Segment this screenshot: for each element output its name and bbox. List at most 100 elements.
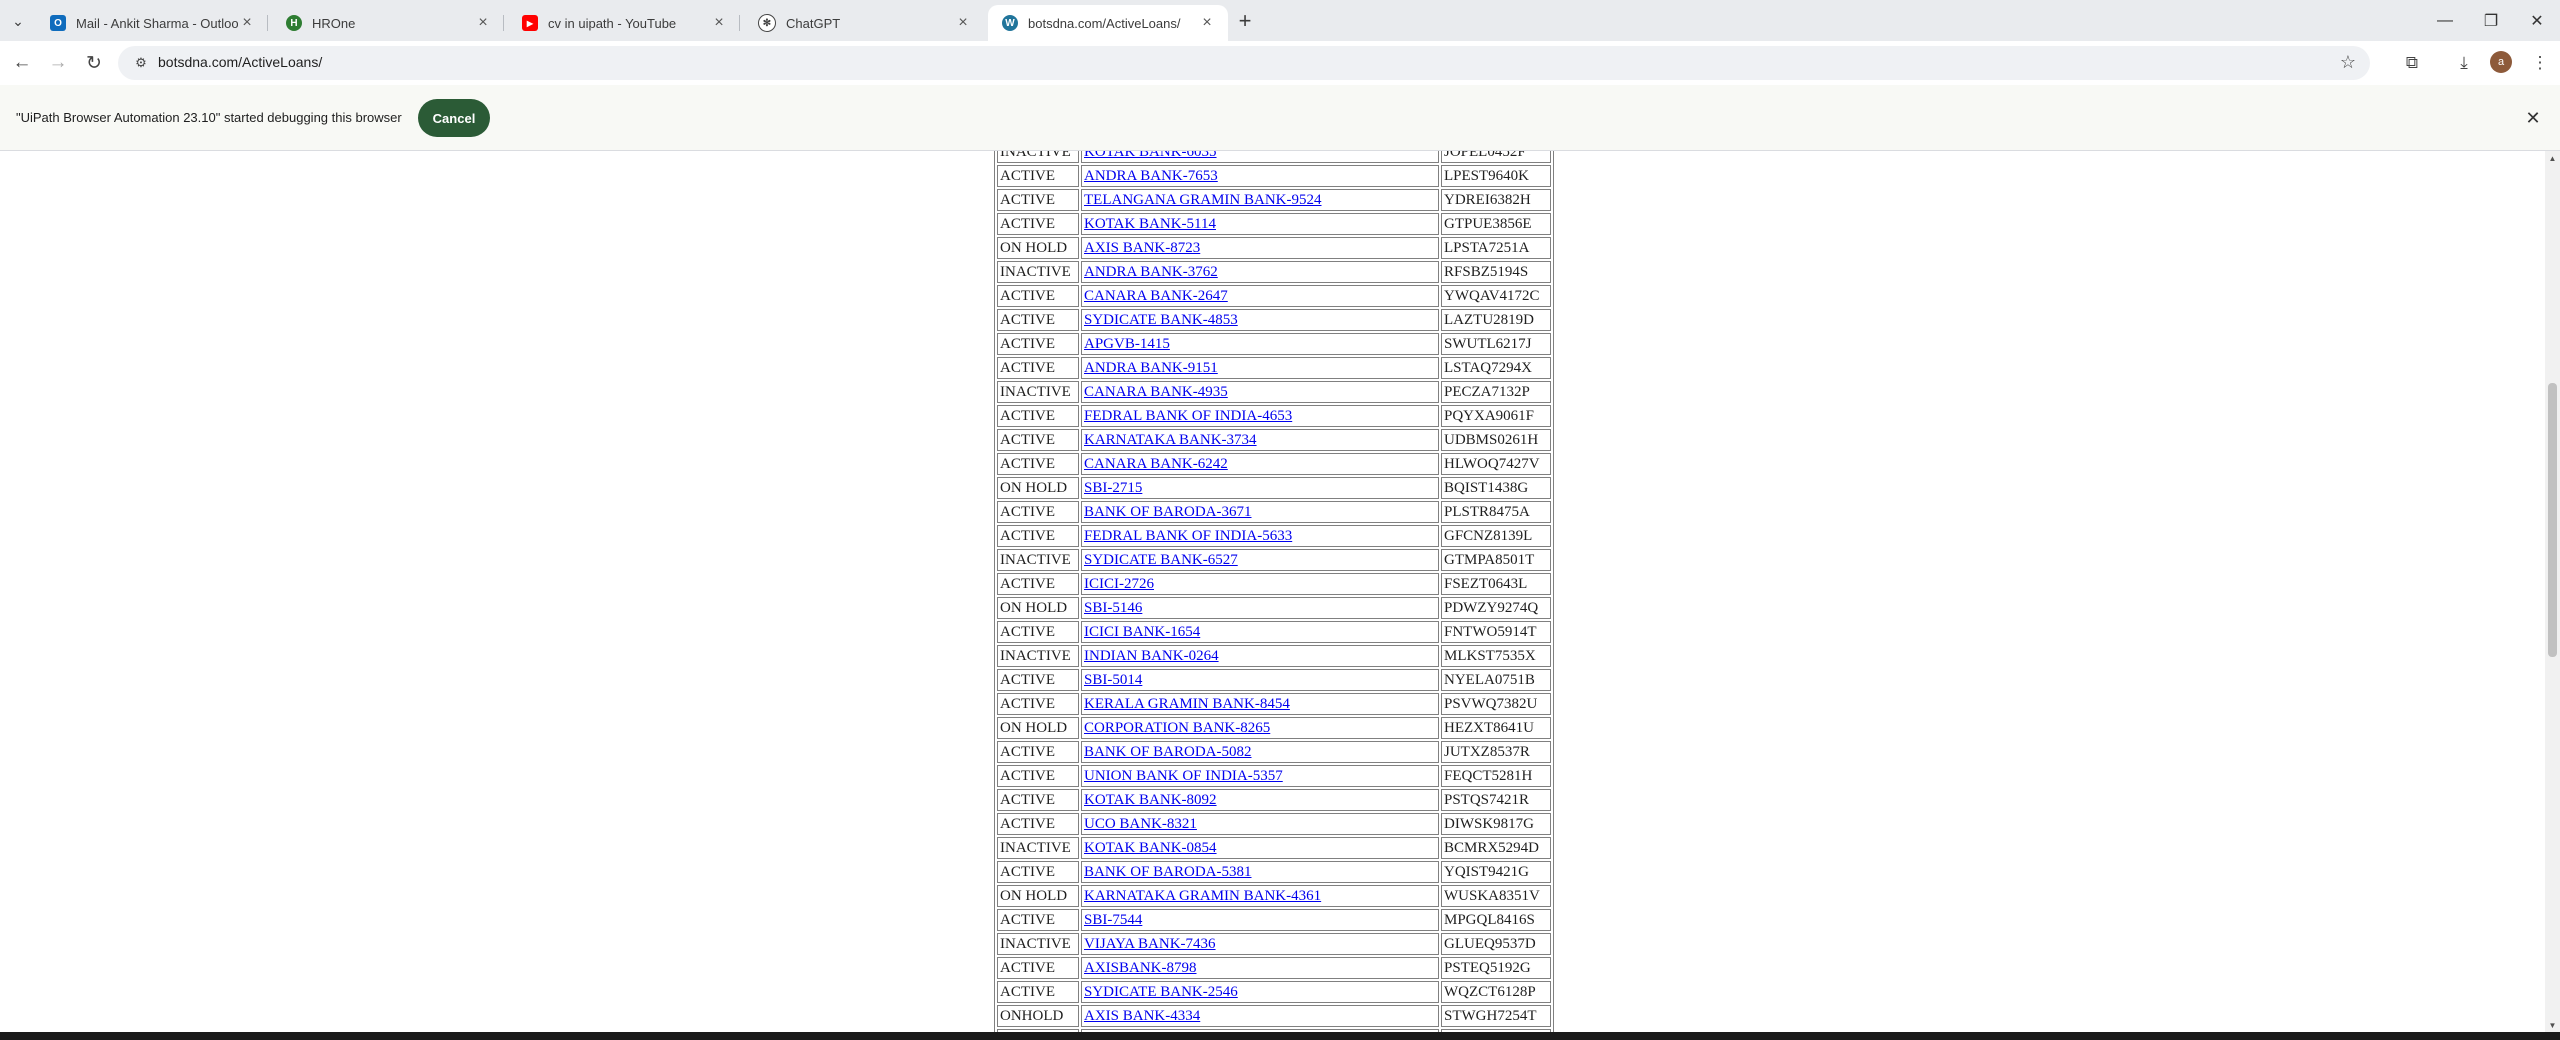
loan-bank-link[interactable]: FEDRAL BANK OF INDIA-4653 (1084, 408, 1292, 424)
loan-bank-link[interactable]: SYDICATE BANK-4853 (1084, 312, 1238, 328)
loan-bank-link[interactable]: INDIAN BANK-0264 (1084, 648, 1219, 664)
loan-bank-link[interactable]: CANARA BANK-6242 (1084, 456, 1228, 472)
loan-bank-link[interactable]: KERALA GRAMIN BANK-8454 (1084, 696, 1290, 712)
loan-pan-cell: YQIST9421G (1441, 861, 1551, 883)
loan-status-cell: ONHOLD (997, 1005, 1079, 1027)
loan-bank-link[interactable]: AXIS BANK-4334 (1084, 1008, 1200, 1024)
loan-bank-link[interactable]: UCO BANK-8321 (1084, 816, 1197, 832)
loan-bank-link[interactable]: CANARA BANK-4935 (1084, 384, 1228, 400)
new-tab-plus-icon[interactable]: + (1232, 8, 1258, 34)
chatgpt-icon: ✻ (758, 14, 776, 32)
forward-arrow-icon[interactable]: → (44, 49, 72, 77)
close-tab-icon[interactable]: × (1198, 14, 1216, 32)
loan-bank-link[interactable]: KARNATAKA GRAMIN BANK-4361 (1084, 888, 1321, 904)
loan-bank-link[interactable]: APGVB-1415 (1084, 336, 1170, 352)
loan-bank-link[interactable]: ANDRA BANK-3762 (1084, 264, 1218, 280)
loan-bank-link[interactable]: VIJAYA BANK-7436 (1084, 936, 1216, 952)
table-row: INACTIVE KOTAK BANK-0854 BCMRX5294D (997, 837, 1551, 859)
table-row: ACTIVE ICICI-2726 FSEZT0643L (997, 573, 1551, 595)
loan-bank-link[interactable]: UNION BANK OF INDIA-5357 (1084, 768, 1283, 784)
loan-bank-link[interactable]: TELANGANA GRAMIN BANK-9524 (1084, 192, 1322, 208)
page-viewport: INACTIVE KOTAK BANK-6035 JOPEL0452F ACTIVE A… (0, 151, 2545, 1032)
window-close-icon[interactable]: ✕ (2514, 0, 2560, 41)
minimize-icon[interactable]: — (2422, 0, 2468, 41)
loan-pan-cell: SWUTL6217J (1441, 333, 1551, 355)
tab-active-loans[interactable]: W botsdna.com/ActiveLoans/ × (988, 5, 1228, 41)
url-text[interactable]: botsdna.com/ActiveLoans/ (158, 54, 322, 70)
loan-bank-link[interactable]: KOTAK BANK-8092 (1084, 792, 1217, 808)
loan-bank-link[interactable]: ICICI-2726 (1084, 576, 1154, 592)
loan-pan-cell: STWGH7254T (1441, 1005, 1551, 1027)
loan-bank-link[interactable]: CANARA BANK-2647 (1084, 288, 1228, 304)
back-arrow-icon[interactable]: ← (8, 49, 36, 77)
loan-bank-link[interactable]: SBI-5014 (1084, 672, 1142, 688)
bookmark-star-icon[interactable]: ☆ (2340, 52, 2356, 73)
loan-bank-link[interactable]: KARNATAKA BANK-3734 (1084, 432, 1257, 448)
scroll-up-arrow-icon[interactable]: ▲ (2545, 151, 2560, 165)
loan-bank-link[interactable]: SBI-7544 (1084, 912, 1142, 928)
loan-status-cell: ACTIVE (997, 789, 1079, 811)
tab-youtube[interactable]: ▶ cv in uipath - YouTube × (508, 5, 740, 41)
loan-bank-link[interactable]: BANK OF BARODA-5082 (1084, 744, 1252, 760)
loan-status-cell: ACTIVE (997, 621, 1079, 643)
loan-pan-cell: PECZA7132P (1441, 381, 1551, 403)
loan-pan-cell: PLSTR8475A (1441, 501, 1551, 523)
loan-bank-link[interactable]: CORPORATION BANK-8265 (1084, 720, 1270, 736)
close-tab-icon[interactable]: × (238, 14, 256, 32)
loan-bank-cell: AXIS BANK-8723 (1081, 237, 1439, 259)
close-tab-icon[interactable]: × (954, 14, 972, 32)
loan-status-cell: ACTIVE (997, 429, 1079, 451)
loan-bank-link[interactable]: BANK OF BARODA-3671 (1084, 504, 1252, 520)
loan-bank-link[interactable]: SYDICATE BANK-2546 (1084, 984, 1238, 1000)
loan-bank-link[interactable]: SBI-5146 (1084, 600, 1142, 616)
loan-bank-link[interactable]: ANDRA BANK-7653 (1084, 168, 1218, 184)
table-row: INACTIVE INDIAN BANK-0264 MLKST7535X (997, 645, 1551, 667)
table-row: ACTIVE BANK OF BARODA-5082 JUTXZ8537R (997, 741, 1551, 763)
loan-pan-cell: BQIST1438G (1441, 477, 1551, 499)
loan-pan-cell: MPGQL8416S (1441, 909, 1551, 931)
profile-avatar[interactable]: a (2490, 51, 2512, 73)
loan-bank-cell: ANDRA BANK-3762 (1081, 261, 1439, 283)
infobar-close-icon[interactable]: ✕ (2522, 107, 2544, 129)
vertical-scrollbar[interactable]: ▲ ▼ (2545, 151, 2560, 1032)
loan-bank-link[interactable]: SYDICATE BANK-6527 (1084, 552, 1238, 568)
kebab-menu-icon[interactable]: ⋮ (2526, 49, 2554, 77)
loan-bank-link[interactable]: KOTAK BANK-5114 (1084, 216, 1216, 232)
download-icon[interactable]: ⤓ (2450, 49, 2478, 77)
loan-bank-cell: TELANGANA GRAMIN BANK-9524 (1081, 189, 1439, 211)
loan-bank-cell: ANDRA BANK-9151 (1081, 357, 1439, 379)
loan-status-cell: ACTIVE (997, 525, 1079, 547)
restore-icon[interactable]: ❐ (2468, 0, 2514, 41)
loan-bank-link[interactable]: FEDRAL BANK OF INDIA-5633 (1084, 528, 1292, 544)
tab-hrone[interactable]: H HROne × (272, 5, 504, 41)
scrollbar-thumb[interactable] (2548, 383, 2557, 657)
cancel-button[interactable]: Cancel (418, 99, 490, 137)
loan-bank-link[interactable]: AXIS BANK-8723 (1084, 240, 1200, 256)
address-bar[interactable]: ⚙ botsdna.com/ActiveLoans/ ☆ (118, 46, 2370, 80)
loan-bank-link[interactable]: ANDRA BANK-9151 (1084, 360, 1218, 376)
loan-bank-link[interactable]: SBI-2715 (1084, 480, 1142, 496)
loan-bank-link[interactable]: KOTAK BANK-6035 (1084, 151, 1217, 160)
tab-chatgpt[interactable]: ✻ ChatGPT × (744, 5, 984, 41)
loan-status-cell: INACTIVE (997, 549, 1079, 571)
tab-outlook[interactable]: O Mail - Ankit Sharma - Outlook × (36, 5, 268, 41)
scroll-down-arrow-icon[interactable]: ▼ (2545, 1018, 2560, 1032)
tab-search-chevron-icon[interactable]: ⌄ (6, 9, 30, 33)
loan-pan-cell: HLWOQ7427V (1441, 453, 1551, 475)
loan-bank-link[interactable]: KOTAK BANK-0854 (1084, 840, 1217, 856)
loan-pan-cell: PSTQS7421R (1441, 789, 1551, 811)
loan-pan-cell: PSTEQ5192G (1441, 957, 1551, 979)
browser-toolbar: ← → ↻ ⚙ botsdna.com/ActiveLoans/ ☆ ⧉ ⤓ ⋮ (0, 41, 2560, 85)
loan-pan-cell: FSEZT0643L (1441, 573, 1551, 595)
site-info-icon[interactable]: ⚙ (132, 54, 150, 72)
loan-bank-link[interactable]: ICICI BANK-1654 (1084, 624, 1200, 640)
close-tab-icon[interactable]: × (474, 14, 492, 32)
close-tab-icon[interactable]: × (710, 14, 728, 32)
loan-bank-link[interactable]: BANK OF BARODA-5381 (1084, 864, 1252, 880)
reload-icon[interactable]: ↻ (80, 49, 108, 77)
loan-bank-cell: INDIAN BANK-0264 (1081, 645, 1439, 667)
table-row: ON HOLD CORPORATION BANK-8265 HEZXT8641U (997, 717, 1551, 739)
extensions-puzzle-icon[interactable]: ⧉ (2398, 49, 2426, 77)
loan-pan-cell: RFSBZ5194S (1441, 261, 1551, 283)
loan-bank-link[interactable]: AXISBANK-8798 (1084, 960, 1197, 976)
